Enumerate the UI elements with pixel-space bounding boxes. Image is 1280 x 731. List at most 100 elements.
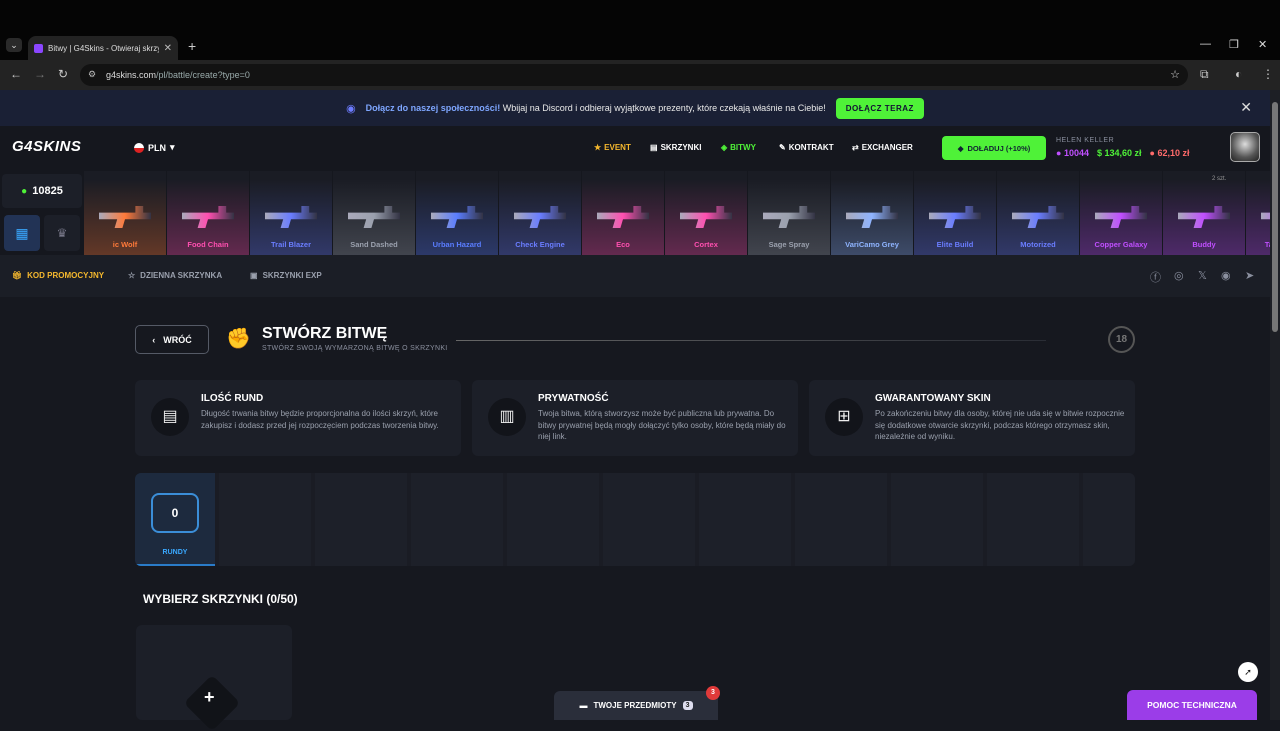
info-card-rounds: ▤ ILOŚĆ RUND Długość trwania bitwy będzi…: [135, 380, 461, 456]
back-button[interactable]: ‹ WRÓĆ: [135, 325, 209, 354]
rounds-counter[interactable]: 0 RUNDY: [135, 473, 215, 566]
pen-icon: ✎: [779, 143, 786, 152]
drop-name: Check Engine: [515, 240, 565, 249]
drop-item[interactable]: Taste Buddy: [1246, 171, 1270, 255]
maximize-icon[interactable]: ❐: [1229, 38, 1239, 51]
drop-item[interactable]: Sage Spray: [748, 171, 830, 255]
instagram-icon[interactable]: ◎: [1174, 269, 1184, 282]
site-logo[interactable]: G4SKINS: [12, 138, 81, 155]
username: HELEN KELLER: [1056, 137, 1115, 144]
drop-item[interactable]: Cortex: [665, 171, 747, 255]
weapon-icon: [514, 206, 566, 228]
profile-icon[interactable]: ◐: [1235, 67, 1242, 81]
reload-icon[interactable]: ↻: [58, 67, 68, 81]
exp-cases-link[interactable]: ▣ SKRZYNKI EXP: [250, 271, 322, 280]
minimize-icon[interactable]: —: [1200, 38, 1211, 50]
rocket-icon[interactable]: ➚: [1238, 662, 1258, 682]
add-case-button[interactable]: +: [136, 625, 292, 731]
drop-item[interactable]: Trail Blazer: [250, 171, 332, 255]
tab-search-button[interactable]: ⌄: [6, 38, 22, 52]
drop-item[interactable]: Copper Galaxy: [1080, 171, 1162, 255]
balance-primary: $ 134,60 zł: [1096, 148, 1142, 158]
drop-name: Buddy: [1192, 240, 1216, 249]
weapon-icon: [348, 206, 400, 228]
your-items-button[interactable]: ▬ TWOJE PRZEDMIOTY 3 3: [554, 686, 720, 720]
weapon-icon: [763, 206, 815, 228]
exp-cases-label: SKRZYNKI EXP: [262, 271, 322, 280]
drop-item[interactable]: Motorized: [997, 171, 1079, 255]
bookmark-star-icon[interactable]: ☆: [1170, 68, 1180, 81]
scrollbar-thumb[interactable]: [1272, 102, 1278, 332]
drop-item[interactable]: VariCamo Grey: [831, 171, 913, 255]
crown-icon[interactable]: ♛: [44, 215, 80, 251]
nav-contract[interactable]: ✎ KONTRAKT: [779, 143, 834, 152]
address-bar[interactable]: ⚙ g4skins.com /pl/battle/create?type=0 ☆: [80, 64, 1188, 86]
round-slot: [219, 473, 311, 566]
logo-text: G4SKINS: [12, 138, 82, 155]
round-slot: [603, 473, 695, 566]
telegram-icon[interactable]: ➤: [1245, 269, 1254, 282]
nav-battles-label: BITWY: [730, 143, 756, 152]
topup-button[interactable]: ◆ DOŁADUJ (+10%): [942, 136, 1046, 160]
browser-toolbar: ← → ↻ ⚙ g4skins.com /pl/battle/create?ty…: [0, 60, 1280, 90]
wallet-icon: ◆: [957, 143, 964, 153]
drop-item[interactable]: Food Chain: [167, 171, 249, 255]
drop-item[interactable]: Elite Build: [914, 171, 996, 255]
menu-dots-icon[interactable]: ⋮: [1262, 67, 1274, 81]
balance-primary-value: 134,60 zł: [1104, 148, 1142, 158]
box-icon: ▣: [250, 271, 258, 280]
close-window-icon[interactable]: ✕: [1258, 38, 1267, 51]
gift-box-icon: ⊞: [825, 398, 863, 436]
new-tab-button[interactable]: +: [188, 38, 196, 54]
page-subtitle: STWÓRZ SWOJĄ WYMARZONĄ BITWĘ O SKRZYNKI: [262, 345, 448, 352]
site-info-icon[interactable]: ⚙: [88, 69, 96, 80]
drop-item[interactable]: Sand Dashed: [333, 171, 415, 255]
close-banner-icon[interactable]: ✕: [1240, 99, 1252, 116]
browser-tab[interactable]: Bitwy | G4Skins - Otwieraj skrzy ✕: [28, 36, 178, 60]
round-slot: [987, 473, 1079, 566]
forward-arrow-icon[interactable]: →: [34, 67, 46, 81]
drops-list: ic Wolf Food Chain Trail Blazer Sand Dashed…: [84, 171, 1270, 255]
back-arrow-icon[interactable]: ←: [10, 67, 22, 81]
back-label: WRÓĆ: [163, 334, 192, 345]
document-icon: ▥: [488, 398, 526, 436]
grid-view-icon[interactable]: ▦: [4, 215, 40, 251]
poland-flag-icon: [134, 142, 144, 153]
star-outline-icon: ☆: [128, 271, 136, 280]
x-twitter-icon[interactable]: 𝕏: [1198, 269, 1207, 282]
drop-name: Food Chain: [187, 240, 229, 249]
support-button[interactable]: POMOC TECHNICZNA: [1127, 690, 1257, 720]
drop-item[interactable]: ic Wolf: [84, 171, 166, 255]
drop-item[interactable]: Urban Hazard: [416, 171, 498, 255]
drop-item[interactable]: Eco: [582, 171, 664, 255]
drop-name: VariCamo Grey: [845, 240, 899, 249]
daily-case-link[interactable]: ☆ DZIENNA SKRZYNKA: [128, 271, 222, 280]
drop-name: Eco: [616, 240, 630, 249]
caret-down-icon: ▾: [170, 142, 175, 152]
join-now-button[interactable]: DOŁĄCZ TERAZ: [835, 97, 924, 119]
rounds-icon: 0: [151, 493, 199, 533]
weapon-icon: [431, 206, 483, 228]
page-scrollbar[interactable]: [1270, 90, 1280, 720]
weapon-icon: [1178, 206, 1230, 228]
chest-icon: ▤: [151, 398, 189, 436]
gun-icon: ▬: [579, 701, 588, 710]
nav-event[interactable]: ★ EVENT: [594, 143, 631, 152]
tab-title: Bitwy | G4Skins - Otwieraj skrzy: [48, 43, 159, 53]
extensions-icon[interactable]: ⧉: [1200, 67, 1209, 82]
nav-cases[interactable]: ▤ SKRZYNKI: [650, 143, 701, 152]
facebook-icon[interactable]: ⓕ: [1150, 269, 1161, 285]
nav-exchanger-label: EXCHANGER: [861, 143, 913, 152]
ticker-balance: ● 10825: [2, 174, 82, 208]
exchange-icon: ⇄: [852, 143, 859, 152]
drop-item[interactable]: Check Engine: [499, 171, 581, 255]
coin-icon: ●: [21, 185, 28, 197]
close-tab-icon[interactable]: ✕: [164, 43, 172, 54]
nav-exchanger[interactable]: ⇄ EXCHANGER: [852, 143, 913, 152]
currency-select[interactable]: PLN ▾: [134, 142, 175, 153]
discord-social-icon[interactable]: ◉: [1221, 269, 1231, 282]
nav-battles[interactable]: ◈ BITWY: [721, 143, 756, 152]
drop-item[interactable]: Buddy: [1163, 171, 1245, 255]
promo-code-link[interactable]: 🎁︎ KOD PROMOCYJNY: [12, 271, 104, 280]
avatar[interactable]: [1230, 132, 1260, 162]
